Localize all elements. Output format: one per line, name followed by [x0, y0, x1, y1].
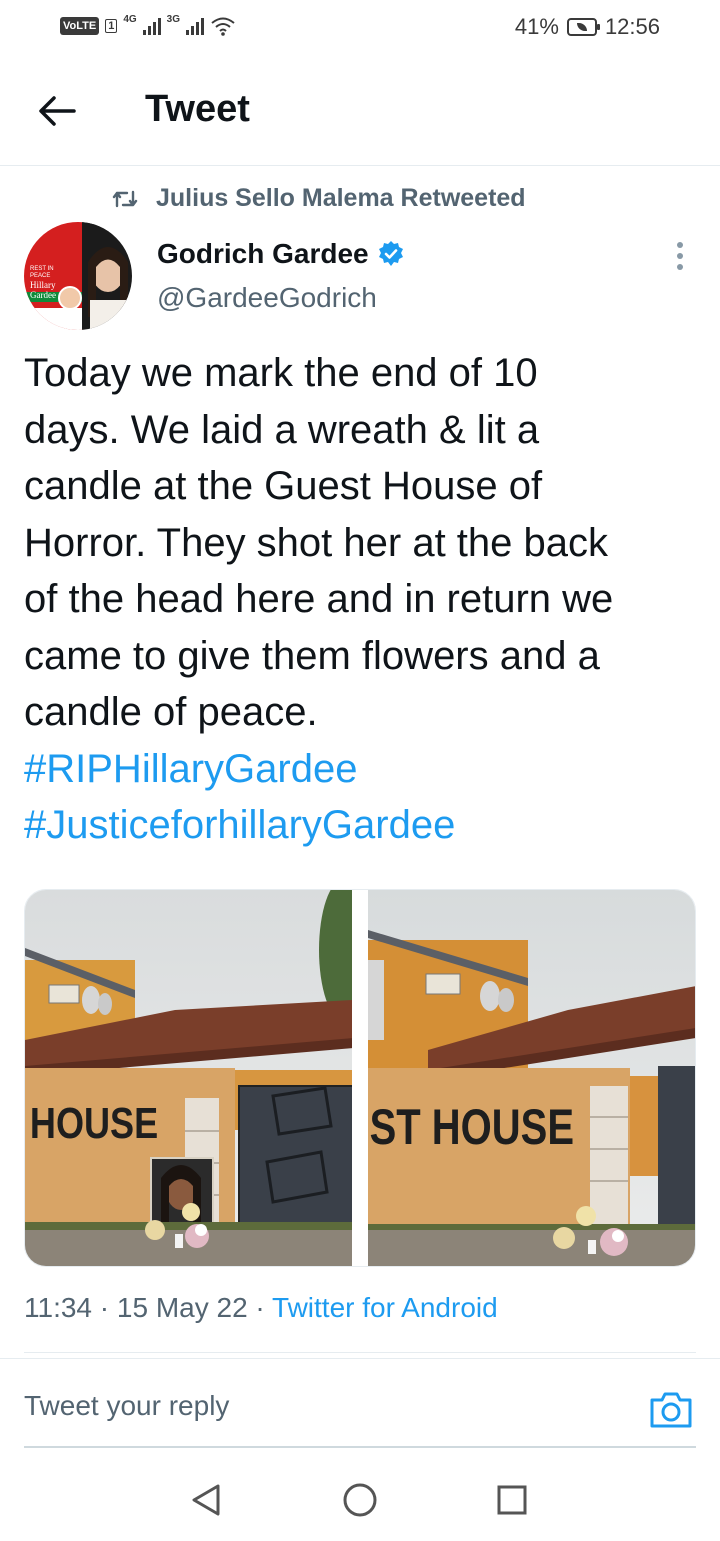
- volte-badge: VoLTE: [60, 17, 100, 35]
- avatar[interactable]: REST IN PEACE Hillary Gardee: [24, 222, 132, 330]
- system-nav-bar: [0, 1460, 720, 1541]
- network-3g-label: 3G: [166, 13, 181, 25]
- nav-home-button[interactable]: [340, 1480, 380, 1520]
- nav-recents-icon: [497, 1485, 527, 1515]
- status-bar-left: VoLTE 1 4G 3G: [60, 13, 236, 36]
- tweet-text-line: Today we mark the end of 10: [24, 351, 538, 395]
- divider: [24, 1352, 696, 1353]
- tweet-time: 11:34: [24, 1292, 92, 1323]
- avatar-image: REST IN PEACE Hillary Gardee: [24, 222, 132, 330]
- hashtag-link[interactable]: #RIPHillaryGardee: [24, 741, 704, 798]
- nav-back-icon: [192, 1484, 220, 1516]
- tweet-photo-2[interactable]: ST HOUSE: [368, 890, 695, 1266]
- author-name: Godrich Gardee: [157, 238, 369, 269]
- more-dot-icon: [677, 242, 683, 248]
- sim-number: 1: [105, 19, 118, 33]
- more-dot-icon: [677, 264, 683, 270]
- reply-input[interactable]: Tweet your reply: [24, 1390, 229, 1422]
- back-button[interactable]: [32, 86, 82, 136]
- avatar-rest-in-peace-text: REST IN: [30, 266, 54, 272]
- more-dot-icon: [677, 253, 683, 259]
- camera-button[interactable]: [648, 1386, 694, 1432]
- hashtag-link[interactable]: #JusticeforhillaryGardee: [24, 797, 704, 854]
- tweet-source-link[interactable]: Twitter for Android: [272, 1292, 498, 1323]
- tweet-meta: 11:34 · 15 May 22 · Twitter for Android: [24, 1292, 498, 1324]
- tweet-text-line: of the head here and in return we: [24, 577, 614, 621]
- svg-text:PEACE: PEACE: [30, 273, 50, 279]
- back-arrow-icon: [39, 96, 76, 126]
- tweet-text-line: days. We laid a wreath & lit a: [24, 407, 540, 452]
- tweet-text-line: Horror. They shot her at the back: [24, 520, 609, 565]
- status-bar-right: 41% 12:56: [515, 14, 660, 40]
- photo-1-wall-text: HOUSE: [30, 1099, 158, 1148]
- author-name-row[interactable]: Godrich Gardee: [157, 238, 405, 270]
- svg-text:Gardee: Gardee: [30, 290, 56, 300]
- wifi-icon: [211, 17, 235, 36]
- svg-text:Hillary: Hillary: [30, 280, 56, 290]
- retweet-icon: [112, 190, 138, 207]
- status-bar: VoLTE 1 4G 3G 41% 12:56: [0, 0, 720, 56]
- tweet-text-line: candle of peace.: [24, 690, 318, 734]
- meta-separator: ·: [99, 1292, 110, 1323]
- nav-back-button[interactable]: [186, 1480, 226, 1520]
- retweet-context[interactable]: Julius Sello Malema Retweeted: [112, 184, 526, 213]
- battery-icon: [566, 18, 600, 36]
- verified-badge-icon: [378, 241, 403, 266]
- camera-icon: [650, 1392, 692, 1428]
- battery-percent: 41%: [514, 14, 559, 39]
- meta-separator: ·: [255, 1292, 265, 1323]
- tweet-photo-1[interactable]: HOUSE: [25, 890, 352, 1266]
- tweet-text-line: candle at the Guest House of: [24, 464, 543, 508]
- photo-2-wall-text: ST HOUSE: [370, 1099, 574, 1155]
- signal-bars-2-icon: [186, 17, 205, 35]
- tweet-text: Today we mark the end of 10 days. We lai…: [24, 345, 704, 854]
- retweet-label: Julius Sello Malema Retweeted: [156, 184, 526, 212]
- more-options-button[interactable]: [664, 238, 696, 274]
- signal-bars-1-icon: [142, 17, 161, 35]
- nav-recents-button[interactable]: [492, 1480, 532, 1520]
- tweet-date: 15 May 22: [116, 1292, 248, 1323]
- clock: 12:56: [604, 14, 660, 39]
- app-header: Tweet: [0, 56, 720, 166]
- page-title: Tweet: [145, 88, 250, 130]
- author-handle[interactable]: @GardeeGodrich: [157, 282, 377, 314]
- network-4g-label: 4G: [123, 13, 137, 25]
- tweet-text-line: came to give them flowers and a: [24, 633, 600, 678]
- nav-home-icon: [343, 1483, 377, 1517]
- reply-underline: [24, 1446, 696, 1448]
- tweet-media: HOUSE ST HOUSE: [24, 889, 696, 1267]
- divider: [0, 1358, 720, 1359]
